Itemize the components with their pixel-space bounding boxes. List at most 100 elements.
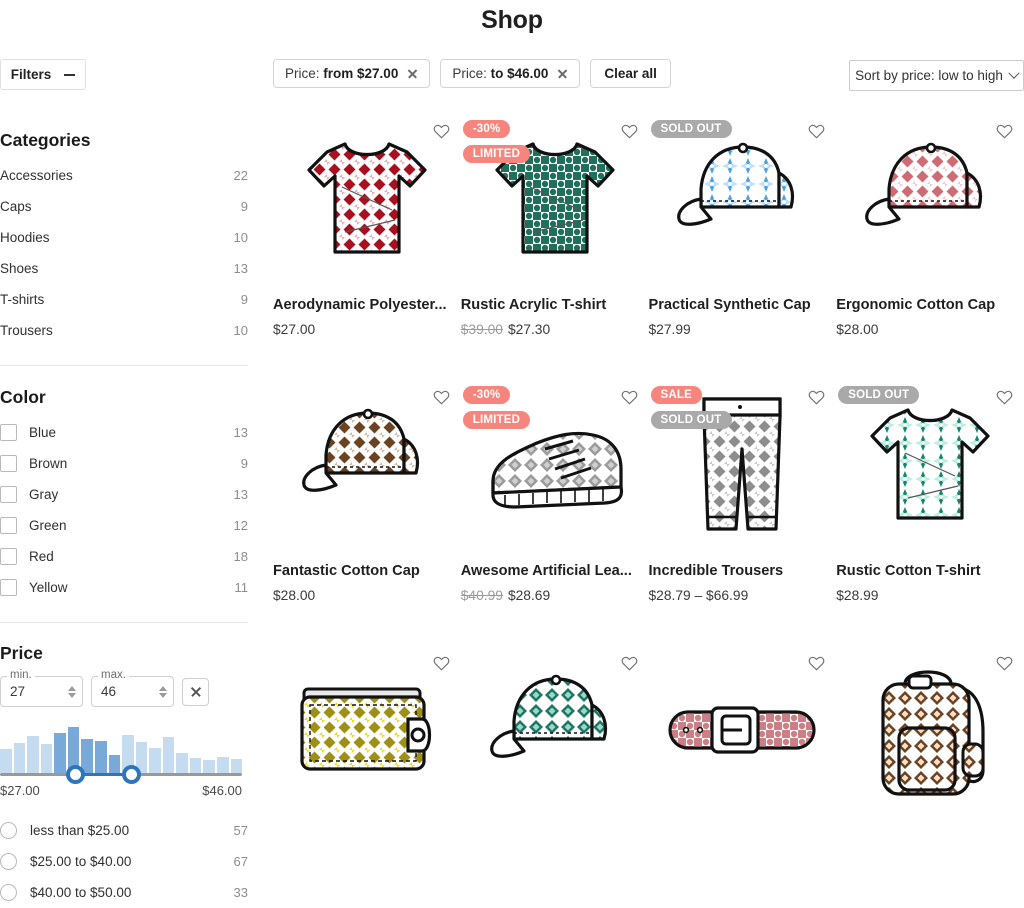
product-image[interactable]: [649, 644, 837, 816]
status-badge: SOLD OUT: [650, 120, 732, 138]
product-title[interactable]: Fantastic Cotton Cap: [273, 563, 447, 579]
heart-icon[interactable]: [996, 389, 1013, 410]
price-max-label: max.: [98, 669, 129, 681]
histogram-bar: [0, 749, 12, 773]
color-filter-red[interactable]: Red 18: [0, 541, 248, 572]
price-range-option-1[interactable]: less than $25.00 57: [0, 815, 248, 846]
price-slider-handle-min[interactable]: [66, 765, 85, 784]
category-item-accessories[interactable]: Accessories 22: [0, 160, 248, 191]
close-icon[interactable]: [407, 68, 418, 79]
product-image[interactable]: [836, 112, 1024, 284]
product-title[interactable]: Incredible Trousers: [649, 563, 823, 579]
price-range-label: $40.00 to $50.00: [30, 885, 132, 900]
product-title[interactable]: Aerodynamic Polyester...: [273, 297, 447, 313]
product-card[interactable]: Fantastic Cotton Cap $28.00: [273, 378, 461, 603]
product-card[interactable]: SOLD OUT Practical Synthetic Cap $27.99: [649, 112, 837, 337]
radio-icon[interactable]: [0, 884, 17, 901]
product-card[interactable]: [649, 644, 837, 816]
product-card[interactable]: SALE SOLD OUT Incredible Trousers $28.79 – …: [649, 378, 837, 603]
heart-icon[interactable]: [808, 123, 825, 144]
color-filter-brown[interactable]: Brown 9: [0, 448, 248, 479]
category-item-trousers[interactable]: Trousers 10: [0, 315, 248, 346]
filter-sidebar: Filters Categories Accessories 22 Caps 9…: [0, 59, 248, 908]
color-count: 13: [233, 425, 248, 440]
checkbox-icon[interactable]: [0, 455, 17, 472]
heart-icon[interactable]: [433, 123, 450, 144]
filters-toggle-button[interactable]: Filters: [0, 59, 86, 90]
product-image[interactable]: -30% LIMITED: [461, 378, 649, 550]
product-title[interactable]: Practical Synthetic Cap: [649, 297, 823, 313]
product-image[interactable]: [461, 644, 649, 816]
heart-icon[interactable]: [996, 655, 1013, 676]
category-item-caps[interactable]: Caps 9: [0, 191, 248, 222]
checkbox-icon[interactable]: [0, 548, 17, 565]
color-label: Green: [29, 518, 67, 533]
checkbox-icon[interactable]: [0, 486, 17, 503]
color-label: Yellow: [29, 580, 68, 595]
product-image[interactable]: [273, 112, 461, 284]
product-image[interactable]: [836, 644, 1024, 816]
heart-icon[interactable]: [433, 389, 450, 410]
checkbox-icon[interactable]: [0, 517, 17, 534]
product-title[interactable]: Ergonomic Cotton Cap: [836, 297, 1010, 313]
product-card[interactable]: [836, 644, 1024, 816]
product-image[interactable]: SOLD OUT: [836, 378, 1024, 550]
color-filter-green[interactable]: Green 12: [0, 510, 248, 541]
price-slider-handle-max[interactable]: [122, 765, 141, 784]
color-filter-blue[interactable]: Blue 13: [0, 417, 248, 448]
product-image[interactable]: SOLD OUT: [649, 112, 837, 284]
category-count: 9: [240, 199, 248, 214]
product-image[interactable]: [273, 378, 461, 550]
color-filter-yellow[interactable]: Yellow 11: [0, 572, 248, 603]
product-title[interactable]: Awesome Artificial Lea...: [461, 563, 635, 579]
product-card[interactable]: -30% LIMITED Awesome Artificial Lea... $40.…: [461, 378, 649, 603]
product-price: $28.99: [836, 588, 879, 603]
status-badge: LIMITED: [462, 145, 531, 163]
category-label: Trousers: [0, 323, 53, 338]
color-filter-gray[interactable]: Gray 13: [0, 479, 248, 510]
heart-icon[interactable]: [808, 389, 825, 410]
price-slider-rail[interactable]: [0, 765, 242, 784]
close-icon[interactable]: [557, 68, 568, 79]
heart-icon[interactable]: [996, 123, 1013, 144]
category-item-shoes[interactable]: Shoes 13: [0, 253, 248, 284]
product-card[interactable]: Aerodynamic Polyester... $27.00: [273, 112, 461, 337]
heart-icon[interactable]: [433, 655, 450, 676]
product-title[interactable]: Rustic Acrylic T-shirt: [461, 297, 635, 313]
category-item-hoodies[interactable]: Hoodies 10: [0, 222, 248, 253]
product-image[interactable]: SALE SOLD OUT: [649, 378, 837, 550]
category-count: 10: [233, 323, 248, 338]
product-old-price: $39.00: [460, 322, 503, 337]
product-card[interactable]: -30% LIMITED Rustic Acrylic T-shirt $39.00 $…: [461, 112, 649, 337]
filter-chip-price-to[interactable]: Price: to $46.00: [440, 59, 581, 88]
heart-icon[interactable]: [808, 655, 825, 676]
filter-chip-price-from[interactable]: Price: from $27.00: [273, 59, 431, 88]
category-item-tshirts[interactable]: T-shirts 9: [0, 284, 248, 315]
price-range-max-label: $46.00: [202, 783, 242, 798]
product-card[interactable]: Ergonomic Cotton Cap $28.00: [836, 112, 1024, 337]
price-max-wrapper: max. 46: [91, 669, 174, 707]
product-card[interactable]: [273, 644, 461, 816]
price-clear-button[interactable]: [182, 677, 209, 706]
heart-icon[interactable]: [621, 123, 638, 144]
product-card[interactable]: [461, 644, 649, 816]
histogram-bar: [176, 752, 188, 773]
product-card[interactable]: SOLD OUT Rustic Cotton T-shirt $28.99: [836, 378, 1024, 603]
product-title[interactable]: Rustic Cotton T-shirt: [836, 563, 1010, 579]
checkbox-icon[interactable]: [0, 579, 17, 596]
price-range-option-3[interactable]: $40.00 to $50.00 33: [0, 877, 248, 908]
checkbox-icon[interactable]: [0, 424, 17, 441]
clear-all-button[interactable]: Clear all: [590, 59, 671, 88]
radio-icon[interactable]: [0, 822, 17, 839]
stepper-icon[interactable]: [159, 685, 167, 698]
heart-icon[interactable]: [621, 389, 638, 410]
radio-icon[interactable]: [0, 853, 17, 870]
product-image[interactable]: [273, 644, 461, 816]
heart-icon[interactable]: [621, 655, 638, 676]
product-image[interactable]: -30% LIMITED: [461, 112, 649, 284]
product-badges: SOLD OUT: [838, 386, 920, 404]
price-range-option-2[interactable]: $25.00 to $40.00 67: [0, 846, 248, 877]
price-min-label: min.: [7, 669, 35, 681]
stepper-icon[interactable]: [68, 685, 76, 698]
category-count: 10: [233, 230, 248, 245]
